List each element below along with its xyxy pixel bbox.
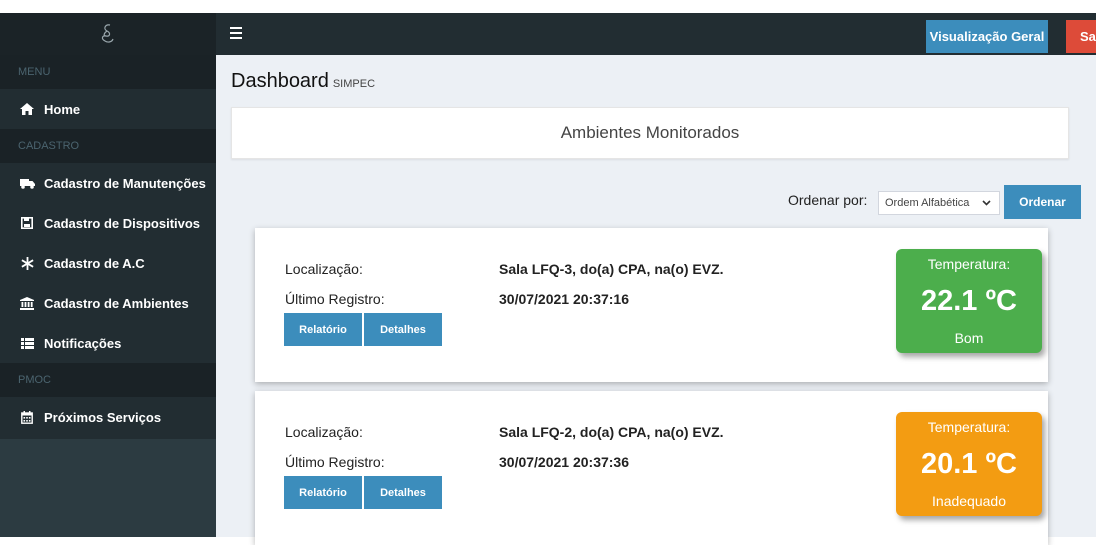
brand-logo-icon [101,24,114,43]
temperature-badge: Temperatura: 22.1 ºC Bom [896,249,1042,353]
temperature-badge: Temperatura: 20.1 ºC Inadequado [896,412,1042,516]
sidebar-logo[interactable] [0,13,216,55]
detalhes-button[interactable]: Detalhes [364,476,442,509]
detalhes-button[interactable]: Detalhes [364,313,442,346]
content-area: Dashboard SIMPEC Ambientes Monitorados Or… [216,55,1096,545]
sidebar-item-label: Home [44,101,81,117]
institution-icon [18,296,36,310]
location-value: Sala LFQ-3, do(a) CPA, na(o) EVZ. [499,261,724,277]
sidebar-item-manutencoes[interactable]: Cadastro de Manutenções [0,163,216,203]
temperature-status: Bom [954,330,984,346]
sort-row: Ordenar por: Ordem Alfabética Ordenar [216,185,1096,219]
temperature-label: Temperatura: [927,256,1011,272]
sort-label: Ordenar por: [788,192,868,208]
sidebar-item-label: Cadastro de Manutenções [44,175,206,191]
relatorio-button[interactable]: Relatório [284,313,362,346]
sidebar-section-cadastro: CADASTRO [0,129,216,163]
environment-card: Localização: Sala LFQ-2, do(a) CPA, na(o… [255,391,1048,545]
page-subtitle: SIMPEC [332,78,376,90]
sort-select[interactable]: Ordem Alfabética [878,191,1000,215]
location-label: Localização: [285,424,363,440]
location-label: Localização: [285,261,363,277]
temperature-status: Inadequado [932,493,1006,509]
sidebar-item-ac[interactable]: Cadastro de A.C [0,243,216,283]
sidebar-item-dispositivos[interactable]: Cadastro de Dispositivos [0,203,216,243]
sidebar-bottom [0,439,216,537]
chevron-down-icon [982,200,991,206]
last-record-value: 30/07/2021 20:37:36 [499,454,629,470]
hamburger-icon[interactable] [230,27,242,41]
home-icon [18,103,36,115]
sidebar-item-label: Cadastro de A.C [44,255,145,271]
last-record-label: Último Registro: [285,454,385,470]
snowflake-icon [18,256,36,270]
page-title: Dashboard SIMPEC [231,70,375,93]
top-navbar: Visualização Geral Sair [216,13,1096,55]
sidebar-item-label: Cadastro de Dispositivos [44,215,201,231]
temperature-value: 20.1 ºC [920,448,1018,480]
location-value: Sala LFQ-2, do(a) CPA, na(o) EVZ. [499,424,724,440]
sidebar-section-pmoc: PMOC [0,363,216,397]
sidebar-item-home[interactable]: Home [0,89,216,129]
top-strip [0,0,1096,13]
sidebar-item-servicos[interactable]: Próximos Serviços [0,397,216,437]
truck-icon [18,178,36,189]
sair-button[interactable]: Sair [1066,20,1096,53]
visualizacao-geral-button[interactable]: Visualização Geral [926,20,1048,53]
temperature-value: 22.1 ºC [920,285,1018,317]
sidebar-section-menu: MENU [0,55,216,89]
calendar-icon [18,410,36,424]
sidebar-item-label: Cadastro de Ambientes [44,295,189,311]
ordenar-button[interactable]: Ordenar [1004,185,1081,219]
last-record-label: Último Registro: [285,291,385,307]
temperature-label: Temperatura: [927,419,1011,435]
sort-select-value: Ordem Alfabética [885,197,970,209]
relatorio-button[interactable]: Relatório [284,476,362,509]
page-title-text: Dashboard [231,70,329,92]
sidebar-item-label: Próximos Serviços [44,409,162,425]
environment-card: Localização: Sala LFQ-3, do(a) CPA, na(o… [255,228,1048,382]
sidebar-item-notificacoes[interactable]: Notificações [0,323,216,363]
sidebar-item-label: Notificações [44,335,122,351]
sidebar: MENU Home CADASTRO Cadastro de Manutençõ… [0,13,216,537]
last-record-value: 30/07/2021 20:37:16 [499,291,629,307]
save-icon [18,217,36,229]
box-title: Ambientes Monitorados [231,107,1069,159]
list-icon [18,337,36,349]
sidebar-item-ambientes[interactable]: Cadastro de Ambientes [0,283,216,323]
